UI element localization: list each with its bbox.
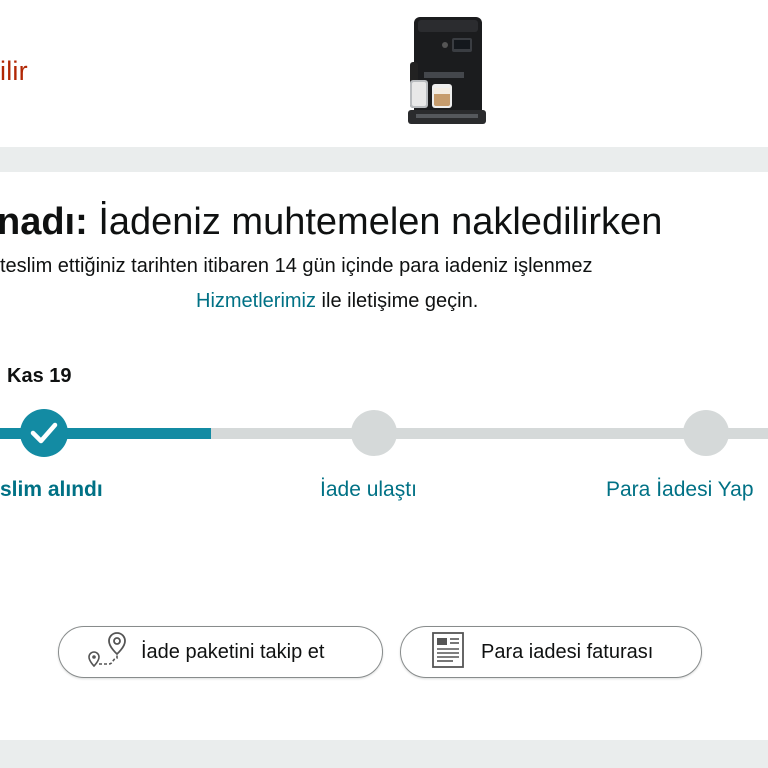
step-received-marker [20,409,68,457]
page-footer-gap [0,740,768,768]
status-headline: nadı: İadeniz muhtemelen nakledilirken [0,200,662,244]
track-return-package-button[interactable]: İade paketini takip et [58,626,383,678]
progress-date: Kas 19 [7,365,72,387]
section-divider [0,147,768,172]
return-status-panel: nadı: İadeniz muhtemelen nakledilirken t… [0,172,768,740]
track-return-package-label: İade paketini takip et [141,640,325,663]
headline-bold: nadı: [0,201,88,243]
coffee-machine-image[interactable] [404,14,490,132]
checkmark-icon [30,422,58,444]
step-refund-marker [683,410,729,456]
status-text: ilir [0,56,28,86]
refund-invoice-button[interactable]: Para iadesi faturası [400,626,702,678]
refund-info-text: teslim ettiğiniz tarihten itibaren 14 gü… [0,255,593,277]
contact-text-rest: ile iletişime geçin. [316,290,479,312]
refund-invoice-label: Para iadesi faturası [481,640,654,663]
customer-service-link[interactable]: Hizmetlerimiz [196,290,316,312]
document-icon [431,631,465,674]
step-arrived-label: İade ulaştı [320,478,417,501]
contact-text: Hizmetlerimiz ile iletişime geçin. [196,289,478,313]
step-received-label: slim alındı [0,478,103,501]
map-route-icon [87,630,127,675]
product-header: ilir [0,0,768,147]
step-refund-label: Para İadesi Yap [606,478,754,501]
step-arrived-marker [351,410,397,456]
headline-text: İadeniz muhtemelen nakledilirken [87,201,663,243]
